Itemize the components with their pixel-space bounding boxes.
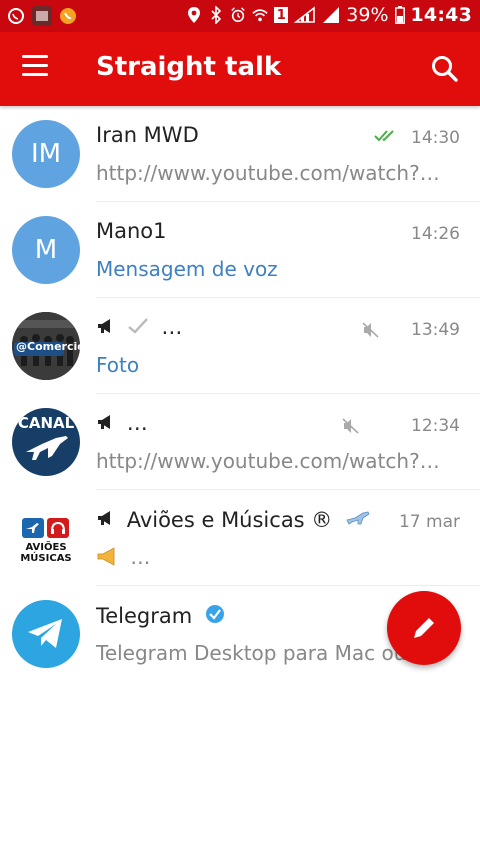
location-icon: [186, 7, 202, 23]
chat-time: 14:26: [411, 224, 460, 244]
pencil-icon: [414, 618, 434, 638]
verified-icon: [205, 604, 225, 629]
chat-name: Aviões e Músicas ®...: [96, 411, 346, 436]
mute-icon: [342, 418, 360, 438]
chat-time: 13:49: [411, 320, 460, 340]
chat-time: 14:30: [373, 128, 460, 148]
signal-icon: [322, 7, 340, 23]
chat-name: Comerciantes #KC...: [96, 315, 366, 340]
double-check-icon: [373, 128, 400, 148]
megaphone-icon: [96, 508, 116, 532]
chat-preview: Foto: [96, 353, 140, 377]
alarm-icon: [230, 7, 246, 23]
chat-row[interactable]: IM Iran MWD 14:30 http://www.youtube.com…: [0, 106, 480, 202]
avatar: CANAL: [12, 408, 80, 476]
chat-name: Aviões e Músicas ®: [96, 507, 371, 532]
avatar: IM: [12, 120, 80, 188]
compose-button[interactable]: [387, 591, 461, 665]
chat-row[interactable]: @Comercio Comerciantes #KC... 13:49 Foto: [0, 298, 480, 394]
sim-icon: 1: [274, 7, 289, 23]
avatar: AVIÕES MÚSICAS: [12, 504, 80, 572]
search-icon[interactable]: [428, 52, 462, 86]
chat-name: Mano1: [96, 219, 167, 243]
chat-row[interactable]: CANAL Aviões e Músicas ®... 12:34 http:/…: [0, 394, 480, 490]
chat-time: 17 mar: [398, 512, 460, 532]
mute-icon: [362, 322, 380, 342]
system-status: 1 39% 14:43: [186, 4, 472, 26]
avatar: M: [12, 216, 80, 284]
chat-preview: http://www.youtube.com/watch?v...: [96, 161, 448, 185]
chat-name: Telegram: [96, 603, 225, 629]
battery-percent: 39%: [346, 4, 389, 26]
megaphone-emoji-icon: [96, 546, 120, 571]
chat-name: Iran MWD: [96, 123, 199, 147]
chat-time: 12:34: [411, 416, 460, 436]
app-bar: Straight talk: [0, 32, 480, 106]
avatar: @Comercio: [12, 312, 80, 380]
check-icon: [127, 316, 149, 340]
headphones-icon: [47, 518, 69, 538]
app-title: Straight talk: [96, 52, 282, 82]
notification-icons: [6, 6, 78, 26]
megaphone-icon: [96, 412, 116, 436]
chat-preview: http://www.youtube.com/watch?v...: [96, 449, 448, 473]
battery-icon: [394, 6, 405, 24]
chat-preview: AVISO: usuários interessados e...: [96, 545, 448, 571]
airplane-emoji-icon: [345, 508, 371, 532]
chat-preview: Mensagem de voz: [96, 257, 278, 281]
wifi-icon: [252, 7, 268, 23]
telegram-logo: [12, 600, 80, 668]
megaphone-icon: [96, 316, 116, 340]
signal-icon: [294, 6, 316, 23]
firebox-icon: [58, 6, 78, 26]
whatsapp-icon: [6, 6, 26, 26]
hamburger-icon[interactable]: [22, 55, 50, 83]
bluetooth-icon: [208, 6, 224, 24]
chat-row[interactable]: M Mano1 14:26 Mensagem de voz: [0, 202, 480, 298]
paper-plane-icon: [28, 619, 62, 648]
clock: 14:43: [410, 4, 472, 26]
airplane-icon: [22, 518, 44, 538]
app-icon: [32, 6, 52, 26]
chat-row[interactable]: AVIÕES MÚSICAS Aviões e Músicas ® 17 mar…: [0, 490, 480, 586]
status-bar: 1 39% 14:43: [0, 0, 480, 32]
